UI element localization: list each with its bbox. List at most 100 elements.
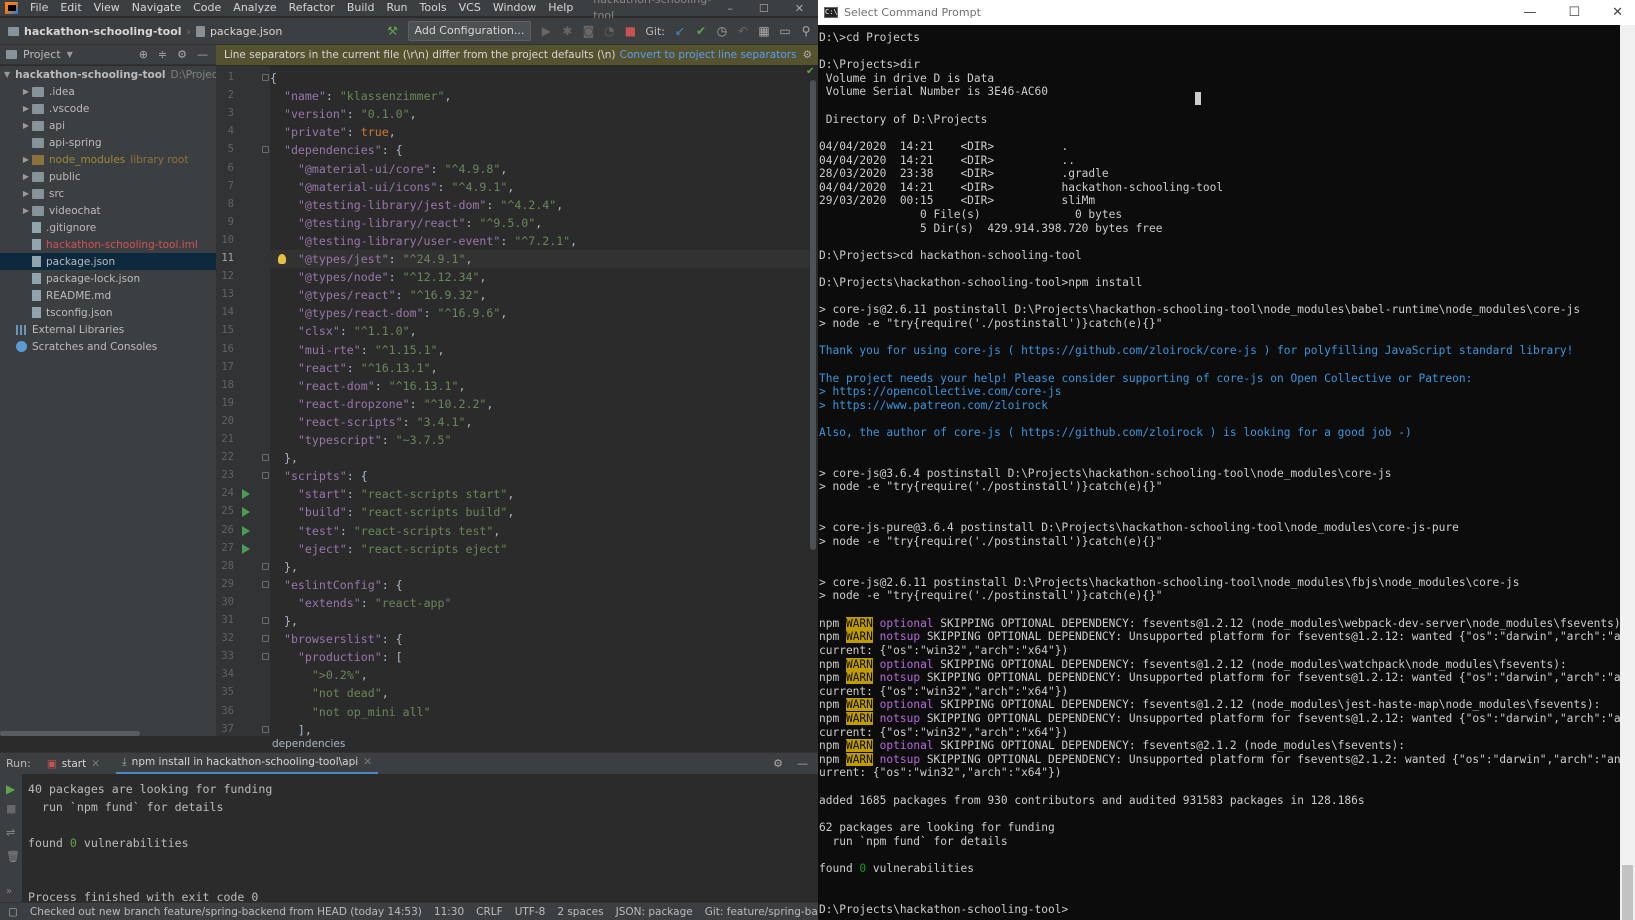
fold-marker-icon[interactable] bbox=[262, 653, 269, 661]
fold-marker-icon[interactable] bbox=[262, 562, 269, 570]
tree-item[interactable]: ▶ src bbox=[0, 185, 216, 202]
code-line[interactable]: "@testing-library/jest-dom": "^4.2.4", bbox=[270, 196, 810, 214]
code-line[interactable]: "react-dom": "^16.13.1", bbox=[270, 377, 810, 395]
run-script-gutter-icon[interactable] bbox=[242, 489, 250, 500]
code-line[interactable]: "@testing-library/react": "^9.5.0", bbox=[270, 214, 810, 232]
code-line[interactable]: "not op_mini all" bbox=[270, 703, 810, 721]
code-line[interactable]: ">0.2%", bbox=[270, 666, 810, 684]
tree-scrollbar[interactable] bbox=[0, 731, 140, 736]
coverage-icon[interactable]: ◙ bbox=[582, 25, 595, 37]
code-line[interactable]: "browserslist": { bbox=[270, 630, 810, 648]
tree-item[interactable]: Scratches and Consoles bbox=[0, 338, 216, 355]
menu-run[interactable]: Run bbox=[380, 0, 413, 16]
menu-view[interactable]: View bbox=[88, 0, 126, 16]
rerun-icon[interactable]: ▶ bbox=[6, 782, 15, 796]
git-rollback-icon[interactable]: ↶ bbox=[737, 25, 749, 37]
hide-panel-icon[interactable]: — bbox=[797, 757, 808, 770]
run-settings-gear-icon[interactable]: ⚙ bbox=[773, 757, 783, 770]
menu-navigate[interactable]: Navigate bbox=[126, 0, 187, 16]
menu-file[interactable]: File bbox=[24, 0, 54, 16]
code-line[interactable]: "production": [ bbox=[270, 648, 810, 666]
menu-analyze[interactable]: Analyze bbox=[227, 0, 282, 16]
tree-item[interactable]: ▶ .idea bbox=[0, 83, 216, 100]
code-line[interactable]: "@types/react-dom": "^16.9.6", bbox=[270, 304, 810, 322]
maximize-icon[interactable]: ☐ bbox=[759, 2, 769, 15]
code-line[interactable]: "react-dropzone": "^10.2.2", bbox=[270, 395, 810, 413]
tree-item[interactable]: api-spring bbox=[0, 134, 216, 151]
tree-item[interactable]: ▶ api bbox=[0, 117, 216, 134]
gear-icon[interactable]: ⚙ bbox=[177, 48, 187, 61]
editor-breadcrumb[interactable]: dependencies bbox=[216, 736, 818, 752]
expand-arrow-icon[interactable]: ▶ bbox=[20, 172, 32, 181]
code-line[interactable]: "@types/react": "^16.9.32", bbox=[270, 286, 810, 304]
menu-build[interactable]: Build bbox=[341, 0, 381, 16]
run-tab-npm-install[interactable]: ⤓ npm install in hackathon-schooling-too… bbox=[116, 753, 379, 775]
menu-help[interactable]: Help bbox=[542, 0, 579, 16]
tree-item[interactable]: package.json bbox=[0, 253, 216, 270]
tree-item[interactable]: ▶ .vscode bbox=[0, 100, 216, 117]
intention-bulb-icon[interactable] bbox=[278, 254, 286, 264]
fold-marker-icon[interactable] bbox=[262, 635, 269, 643]
menu-vcs[interactable]: VCS bbox=[453, 0, 487, 16]
code-line[interactable]: }, bbox=[270, 449, 810, 467]
code-line[interactable]: "not dead", bbox=[270, 684, 810, 702]
status-panel-icon[interactable]: ▢ bbox=[8, 906, 18, 918]
code-line[interactable]: "@material-ui/core": "^4.9.8", bbox=[270, 160, 810, 178]
cmd-close-icon[interactable]: ✕ bbox=[1612, 5, 1623, 20]
code-line[interactable]: "name": "klassenzimmer", bbox=[270, 87, 810, 105]
chevron-down-icon[interactable]: ▼ bbox=[67, 50, 73, 59]
tree-item[interactable]: README.md bbox=[0, 287, 216, 304]
code-line[interactable]: "eslintConfig": { bbox=[270, 576, 810, 594]
code-line[interactable]: "start": "react-scripts start", bbox=[270, 485, 810, 503]
banner-gear-icon[interactable]: ⚙ bbox=[803, 49, 818, 61]
expand-arrow-icon[interactable]: ▶ bbox=[20, 87, 32, 96]
search-icon[interactable]: ⚲ bbox=[800, 25, 812, 37]
tree-item[interactable]: package-lock.json bbox=[0, 270, 216, 287]
stop-run-icon[interactable]: ■ bbox=[6, 802, 16, 815]
git-commit-icon[interactable]: ✔ bbox=[695, 25, 707, 37]
cmd-maximize-icon[interactable]: ☐ bbox=[1568, 5, 1580, 20]
project-panel-title[interactable]: Project bbox=[23, 48, 61, 61]
fold-marker-icon[interactable] bbox=[262, 472, 269, 480]
git-update-icon[interactable]: ↙ bbox=[674, 25, 686, 37]
run-script-gutter-icon[interactable] bbox=[242, 525, 250, 536]
breadcrumb-project[interactable]: hackathon-schooling-tool bbox=[24, 25, 182, 38]
add-configuration-button[interactable]: Add Configuration... bbox=[407, 21, 532, 41]
fold-marker-icon[interactable] bbox=[262, 617, 269, 624]
expand-arrow-icon[interactable]: ▶ bbox=[20, 121, 32, 130]
convert-line-separators-link[interactable]: Convert to project line separators bbox=[620, 49, 803, 61]
fold-marker-icon[interactable] bbox=[262, 74, 269, 81]
close-tab-icon[interactable]: ✕ bbox=[91, 758, 100, 770]
trash-icon[interactable]: 🗑 bbox=[6, 850, 20, 863]
profile-icon[interactable]: ◔ bbox=[603, 25, 615, 37]
code-line[interactable]: "@types/jest": "^24.9.1", bbox=[270, 250, 810, 268]
expand-arrow-icon[interactable]: ▶ bbox=[20, 189, 32, 198]
code-line[interactable]: "test": "react-scripts test", bbox=[270, 522, 810, 540]
indent-setting[interactable]: 2 spaces bbox=[557, 906, 603, 918]
soft-wrap-icon[interactable]: ⇌ bbox=[6, 826, 15, 839]
menu-edit[interactable]: Edit bbox=[54, 0, 87, 16]
code-line[interactable]: }, bbox=[270, 558, 810, 576]
fold-marker-icon[interactable] bbox=[262, 454, 269, 462]
cmd-scroll-thumb[interactable] bbox=[1622, 865, 1633, 920]
code-line[interactable]: "clsx": "^1.1.0", bbox=[270, 322, 810, 340]
code-line[interactable]: "version": "0.1.0", bbox=[270, 105, 810, 123]
tree-item[interactable]: .gitignore bbox=[0, 219, 216, 236]
cmd-output[interactable]: D:\>cd Projects D:\Projects>dir Volume in… bbox=[818, 25, 1635, 920]
code-line[interactable]: }, bbox=[270, 612, 810, 630]
menu-code[interactable]: Code bbox=[187, 0, 227, 16]
expand-arrow-icon[interactable]: ▶ bbox=[20, 104, 32, 113]
fold-marker-icon[interactable] bbox=[262, 146, 269, 154]
code-line[interactable]: "@types/node": "^12.12.34", bbox=[270, 268, 810, 286]
close-tab-icon[interactable]: ✕ bbox=[363, 756, 372, 768]
menu-window[interactable]: Window bbox=[487, 0, 542, 16]
editor-scrollbar[interactable] bbox=[810, 80, 816, 550]
close-icon[interactable]: ✕ bbox=[795, 2, 804, 15]
code-line[interactable]: { bbox=[270, 69, 810, 87]
tree-item[interactable]: hackathon-schooling-tool.iml bbox=[0, 236, 216, 253]
tree-item[interactable]: External Libraries bbox=[0, 321, 216, 338]
hide-icon[interactable]: — bbox=[197, 48, 208, 61]
git-branch[interactable]: Git: feature/spring-backend bbox=[705, 906, 818, 918]
expand-arrow-icon[interactable]: ▶ bbox=[20, 155, 32, 164]
expand-arrow-icon[interactable]: ▼ bbox=[4, 70, 10, 79]
